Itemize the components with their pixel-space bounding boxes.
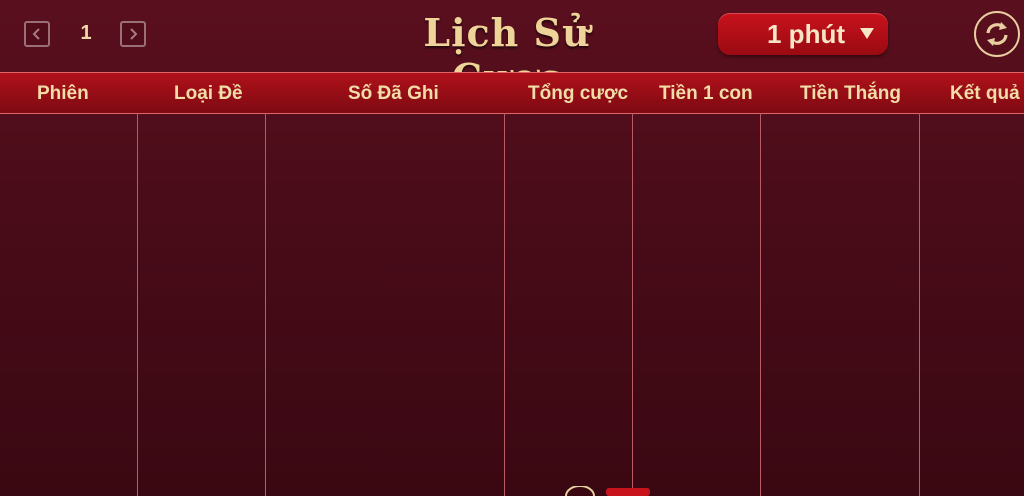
column-header-per-number: Tiền 1 con xyxy=(659,83,753,104)
column-divider xyxy=(632,113,633,496)
column-divider xyxy=(137,113,138,496)
period-dropdown-label: 1 phút xyxy=(767,18,845,49)
column-header-bet-type: Loại Đề xyxy=(174,83,243,104)
column-header-result: Kết quả xyxy=(950,83,1020,104)
period-dropdown[interactable]: 1 phút xyxy=(718,13,888,55)
prev-page-button[interactable] xyxy=(24,21,50,47)
caret-down-icon xyxy=(860,28,874,39)
column-header-total-bet: Tổng cược xyxy=(528,83,629,104)
column-header-winnings: Tiền Thắng xyxy=(800,83,901,104)
chevron-right-icon xyxy=(130,28,138,40)
top-bar: 1 Lịch Sử Cược 1 phút xyxy=(0,0,1024,100)
column-divider xyxy=(919,113,920,496)
table-header: Phiên Loại Đề Số Đã Ghi Tổng cược Tiền 1… xyxy=(0,72,1024,114)
refresh-button[interactable] xyxy=(974,11,1020,57)
bottom-ornament-icon xyxy=(565,486,650,496)
chevron-left-icon xyxy=(32,28,40,40)
next-page-button[interactable] xyxy=(120,21,146,47)
column-divider xyxy=(760,113,761,496)
column-header-session: Phiên xyxy=(37,83,89,104)
column-divider xyxy=(265,113,266,496)
column-header-numbers: Số Đã Ghi xyxy=(348,83,439,104)
refresh-icon xyxy=(986,22,1008,46)
column-divider xyxy=(504,113,505,496)
page-number: 1 xyxy=(80,22,92,44)
